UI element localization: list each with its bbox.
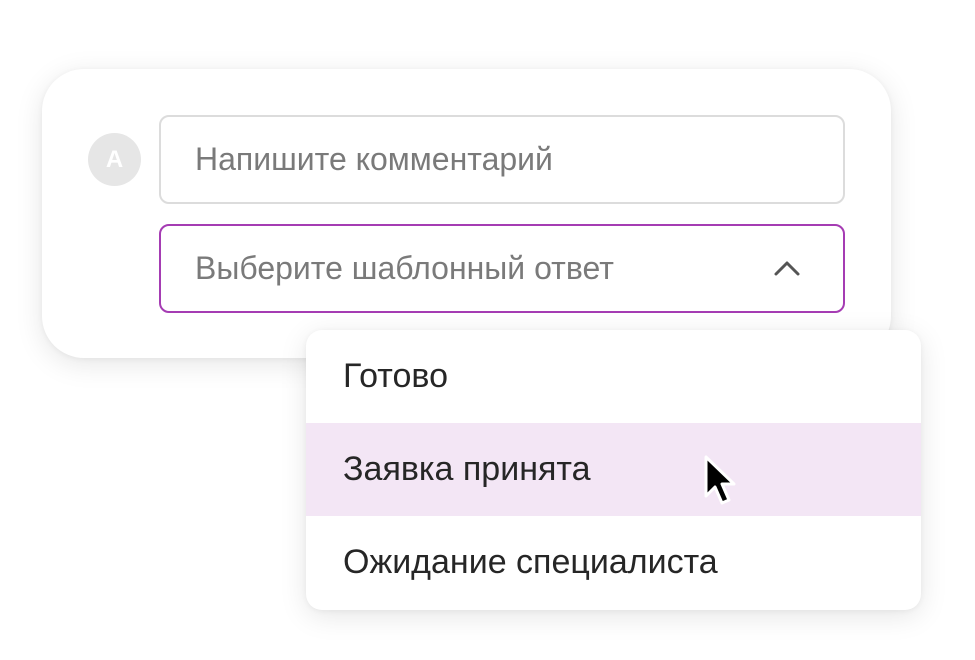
template-dropdown-menu: Готово Заявка принята Ожидание специалис… (306, 330, 921, 610)
option-label: Заявка принята (343, 450, 591, 488)
avatar-initial: A (105, 145, 124, 173)
template-select-placeholder: Выберите шаблонный ответ (195, 250, 614, 286)
template-select[interactable]: Выберите шаблонный ответ (159, 224, 845, 313)
comment-input[interactable] (159, 115, 845, 204)
mouse-pointer-icon (704, 455, 736, 505)
dropdown-option-done[interactable]: Готово (306, 330, 921, 423)
chevron-up-icon[interactable] (773, 258, 801, 278)
comment-card (42, 69, 891, 358)
option-label: Ожидание специалиста (343, 543, 718, 581)
option-label: Готово (343, 357, 448, 395)
dropdown-option-waiting-specialist[interactable]: Ожидание специалиста (306, 516, 921, 609)
dropdown-option-request-accepted[interactable]: Заявка принята (306, 423, 921, 516)
avatar: A (88, 133, 141, 186)
